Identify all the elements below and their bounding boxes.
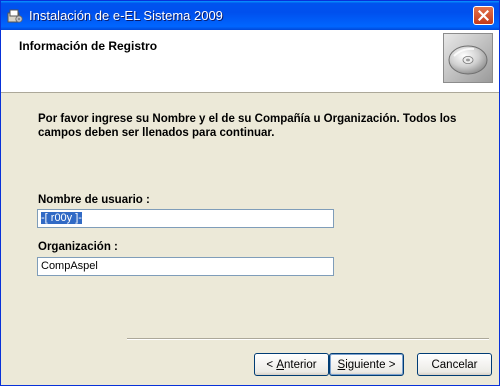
username-value: -[ r00y ]-	[41, 212, 82, 224]
header-banner: Información de Registro	[1, 30, 499, 93]
close-button[interactable]	[473, 6, 494, 25]
cancel-label: Cancelar	[431, 358, 478, 371]
title-bar[interactable]: Instalación de e-EL Sistema 2009	[1, 1, 499, 30]
page-title: Información de Registro	[19, 39, 158, 53]
back-mnemonic: A	[276, 358, 284, 371]
username-field[interactable]: -[ r00y ]-	[37, 209, 334, 228]
installer-window: Instalación de e-EL Sistema 2009 Informa…	[0, 0, 500, 386]
organization-value: CompAspel	[41, 260, 98, 272]
close-icon	[478, 10, 489, 21]
next-mnemonic: S	[337, 358, 346, 371]
intro-text: Por favor ingrese su Nombre y el de su C…	[38, 113, 457, 139]
username-label: Nombre de usuario :	[38, 194, 150, 206]
footer-divider	[127, 338, 489, 340]
next-suffix: >	[385, 358, 396, 371]
next-label: iguiente	[345, 358, 386, 371]
cancel-button[interactable]: Cancelar	[417, 353, 492, 376]
next-button[interactable]: Siguiente >	[329, 353, 404, 376]
installer-icon	[7, 8, 23, 24]
back-prefix: <	[266, 358, 277, 371]
back-button[interactable]: < Anterior	[254, 353, 329, 376]
cd-disc-icon	[443, 33, 493, 83]
window-title: Instalación de e-EL Sistema 2009	[29, 8, 223, 23]
organization-label: Organización :	[38, 241, 118, 253]
back-label: nterior	[283, 358, 317, 371]
organization-field[interactable]: CompAspel	[37, 257, 334, 276]
